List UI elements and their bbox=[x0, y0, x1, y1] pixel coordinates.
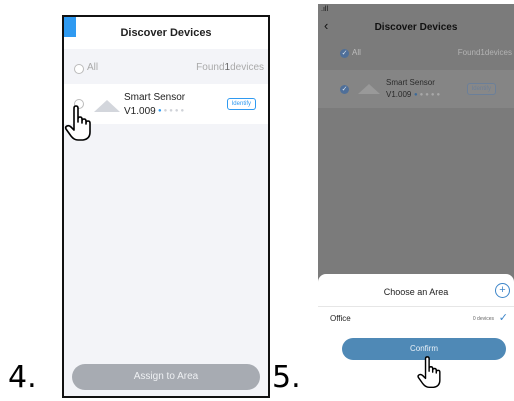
found-prefix: Found bbox=[196, 62, 225, 73]
identify-button[interactable]: Identify bbox=[466, 83, 496, 95]
sensor-icon bbox=[358, 84, 380, 94]
page-title: Discover Devices bbox=[374, 22, 458, 33]
area-name: Office bbox=[330, 314, 351, 323]
signal-icon: .ıll bbox=[321, 6, 328, 13]
plus-circle-icon[interactable]: + bbox=[495, 283, 510, 298]
device-version: V1.009 bbox=[124, 106, 156, 117]
found-devices-text: Found1devices bbox=[196, 62, 264, 73]
select-all-label: All bbox=[87, 62, 99, 73]
found-suffix: devices bbox=[484, 48, 512, 57]
select-all-radio[interactable] bbox=[74, 64, 84, 74]
pointing-hand-icon bbox=[64, 105, 91, 141]
found-prefix: Found bbox=[457, 48, 481, 57]
check-icon[interactable]: ✓ bbox=[340, 85, 349, 94]
select-all-row: ✓ All Found1devices bbox=[318, 46, 514, 62]
area-device-count: 0 devices bbox=[472, 316, 494, 322]
signal-dots: ●●●●● bbox=[414, 92, 443, 98]
found-suffix: devices bbox=[230, 62, 264, 73]
screen-choose-area: .ıll ‹ Discover Devices ✓ All Found1devi… bbox=[318, 4, 514, 390]
device-list-item[interactable]: Smart Sensor V1.009 ●●●●● Identify bbox=[64, 84, 268, 124]
signal-dots: ●●●●● bbox=[158, 108, 187, 114]
identify-button[interactable]: Identify bbox=[226, 98, 256, 110]
page-title: Discover Devices bbox=[120, 27, 212, 39]
step-5-label: 5. bbox=[272, 360, 301, 395]
check-icon[interactable]: ✓ bbox=[340, 49, 349, 58]
checkmark-icon: ✓ bbox=[498, 312, 508, 324]
device-list-item[interactable]: ✓ Smart Sensor V1.009 ●●●●● Identify bbox=[318, 70, 514, 108]
select-all-label: All bbox=[352, 48, 361, 57]
screen-discover-devices: Discover Devices All Found1devices Smart… bbox=[62, 15, 270, 398]
device-name: Smart Sensor bbox=[386, 78, 435, 87]
sheet-title: Choose an Area bbox=[383, 287, 449, 297]
device-version: V1.009 bbox=[386, 90, 412, 99]
assign-to-area-button[interactable]: Assign to Area bbox=[72, 364, 260, 390]
select-all-row: All Found1devices bbox=[64, 59, 268, 79]
pointing-hand-icon bbox=[417, 356, 441, 389]
found-devices-text: Found1devices bbox=[458, 48, 512, 57]
step-4-label: 4. bbox=[8, 360, 37, 395]
divider bbox=[318, 306, 514, 307]
header-bar: Discover Devices bbox=[64, 17, 268, 49]
sensor-icon bbox=[94, 100, 120, 112]
device-name: Smart Sensor bbox=[124, 92, 186, 103]
blue-corner-icon bbox=[64, 17, 76, 37]
